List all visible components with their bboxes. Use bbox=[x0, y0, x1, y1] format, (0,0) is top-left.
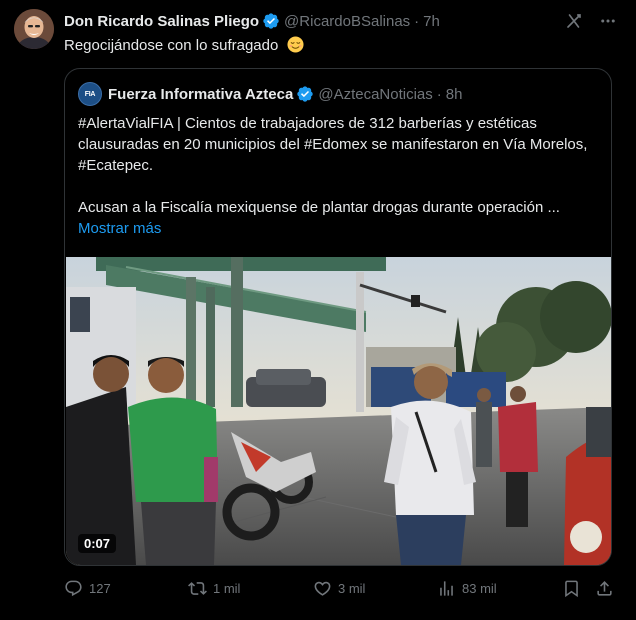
like-button[interactable]: 3 mil bbox=[313, 579, 365, 598]
quoted-tweet-header: FIA Fuerza Informativa Azteca @AztecaNot… bbox=[78, 82, 463, 106]
views-chart-icon bbox=[440, 580, 453, 596]
tweet-timestamp[interactable]: 7h bbox=[423, 13, 440, 30]
quoted-paragraph-2: Acusan a la Fiscalía mexiquense de plant… bbox=[78, 199, 560, 216]
tweet-text-content: Regocijándose con lo sufragado bbox=[64, 37, 279, 54]
quoted-paragraph-1: #AlertaVialFIA | Cientos de trabajadores… bbox=[78, 115, 588, 174]
views-count: 83 mil bbox=[462, 580, 497, 596]
views-button[interactable]: 83 mil bbox=[437, 579, 497, 598]
bookmark-icon bbox=[565, 580, 578, 597]
tweet[interactable]: Don Ricardo Salinas Pliego @RicardoBSali… bbox=[0, 0, 636, 620]
tweet-header: Don Ricardo Salinas Pliego @RicardoBSali… bbox=[64, 11, 440, 31]
quoted-author-avatar[interactable]: FIA bbox=[78, 82, 102, 106]
show-more-link[interactable]: Mostrar más bbox=[78, 218, 600, 239]
quoted-tweet-text: #AlertaVialFIA | Cientos de trabajadores… bbox=[78, 113, 600, 239]
bookmark-button[interactable] bbox=[562, 579, 581, 598]
repost-icon bbox=[188, 581, 207, 595]
quoted-author-handle[interactable]: @AztecaNoticias bbox=[318, 86, 432, 103]
author-avatar-image bbox=[14, 9, 54, 49]
author-avatar[interactable] bbox=[14, 9, 54, 49]
relieved-face-emoji-icon bbox=[286, 36, 304, 53]
heart-icon bbox=[314, 581, 331, 596]
quoted-tweet-card[interactable]: FIA Fuerza Informativa Azteca @AztecaNot… bbox=[64, 68, 612, 566]
quoted-author-display-name[interactable]: Fuerza Informativa Azteca bbox=[108, 86, 293, 103]
share-icon bbox=[597, 580, 612, 596]
reply-button[interactable]: 127 bbox=[64, 579, 111, 598]
video-frame-image bbox=[66, 257, 611, 565]
header-separator: · bbox=[414, 12, 420, 30]
like-count: 3 mil bbox=[338, 580, 366, 596]
video-player[interactable]: 0:07 bbox=[66, 257, 611, 565]
reply-icon bbox=[65, 580, 82, 596]
share-button[interactable] bbox=[595, 579, 614, 598]
grok-icon-glyph bbox=[567, 14, 581, 28]
grok-icon[interactable] bbox=[564, 11, 584, 31]
repost-count: 1 mil bbox=[213, 580, 241, 596]
tweet-text: Regocijándose con lo sufragado bbox=[64, 36, 304, 56]
quoted-header-separator: · bbox=[436, 85, 442, 103]
quoted-tweet-timestamp[interactable]: 8h bbox=[446, 86, 463, 103]
quoted-avatar-label: FIA bbox=[84, 90, 96, 98]
reply-count: 127 bbox=[89, 580, 111, 596]
tweet-top-actions bbox=[564, 11, 618, 31]
verified-badge-icon bbox=[263, 13, 279, 29]
author-handle[interactable]: @RicardoBSalinas bbox=[284, 13, 410, 30]
more-options-icon[interactable] bbox=[598, 11, 618, 31]
tweet-action-bar: 127 1 mil 3 mil 83 mil bbox=[64, 576, 616, 600]
more-options-glyph bbox=[601, 19, 615, 23]
video-duration: 0:07 bbox=[78, 534, 117, 553]
author-display-name[interactable]: Don Ricardo Salinas Pliego bbox=[64, 13, 259, 30]
quoted-verified-badge-icon bbox=[297, 86, 314, 102]
repost-button[interactable]: 1 mil bbox=[188, 579, 240, 598]
